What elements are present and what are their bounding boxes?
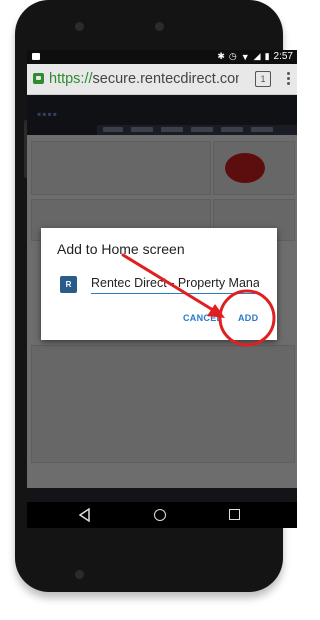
recents-icon[interactable] <box>229 509 240 520</box>
url-field[interactable]: https://secure.rentecdirect.com/o <box>49 71 239 87</box>
add-button[interactable]: ADD <box>238 313 258 323</box>
home-icon[interactable] <box>154 509 166 521</box>
status-time: 2:57 <box>273 51 293 62</box>
cancel-button[interactable]: CANCEL <box>183 313 222 323</box>
url-host: secure.rentecdirect.com/o <box>92 71 239 87</box>
front-speaker <box>155 22 164 31</box>
notification-icon <box>32 53 40 60</box>
overflow-menu-icon[interactable] <box>285 71 291 87</box>
wifi-icon: ▼ <box>240 51 250 62</box>
back-icon[interactable] <box>79 508 91 522</box>
shortcut-name-input[interactable] <box>91 273 259 294</box>
dialog-title: Add to Home screen <box>57 241 185 257</box>
lock-icon <box>33 73 44 84</box>
bottom-speaker <box>75 570 84 579</box>
bluetooth-icon: ✱ <box>217 51 225 61</box>
status-bar: ✱ ◷ ▼ ◢ ▮ 2:57 <box>27 50 297 64</box>
url-scheme: https:// <box>49 71 93 87</box>
android-nav-bar <box>27 502 297 528</box>
signal-icon: ◢ <box>253 51 261 61</box>
tab-switcher-button[interactable]: 1 <box>255 71 271 87</box>
front-camera <box>75 22 84 31</box>
battery-icon: ▮ <box>264 51 270 61</box>
phone-screen: ✱ ◷ ▼ ◢ ▮ 2:57 https://secure.rentecdire… <box>27 50 297 528</box>
browser-url-bar: https://secure.rentecdirect.com/o 1 <box>27 64 297 95</box>
app-icon: R <box>60 276 77 293</box>
alarm-icon: ◷ <box>228 51 237 61</box>
add-to-home-dialog: Add to Home screen R CANCEL ADD <box>41 228 277 340</box>
